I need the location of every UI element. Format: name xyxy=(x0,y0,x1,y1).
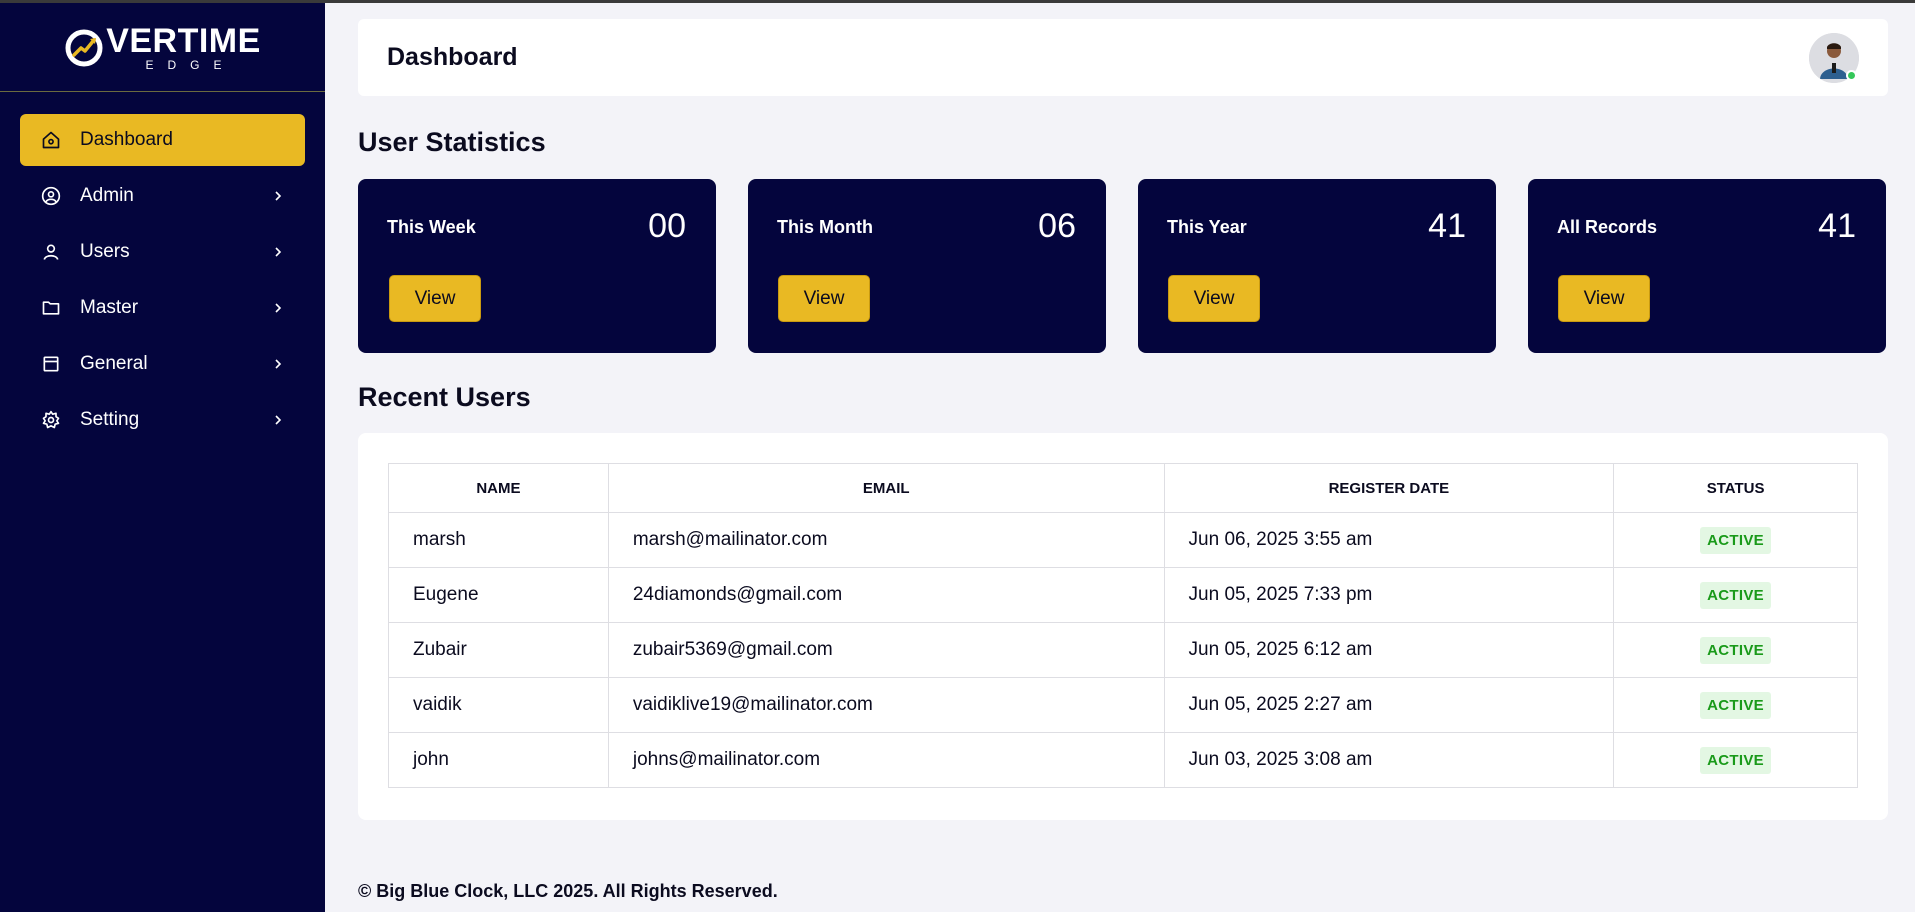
cell-email: zubair5369@gmail.com xyxy=(607,622,1165,678)
logo-sub-text: EDGE xyxy=(145,57,236,72)
status-badge: ACTIVE xyxy=(1700,691,1771,719)
table-row[interactable]: john johns@mailinator.com Jun 03, 2025 3… xyxy=(388,732,1858,788)
stat-card-week: This Week 00 View xyxy=(358,179,716,353)
table-row[interactable]: Zubair zubair5369@gmail.com Jun 05, 2025… xyxy=(388,622,1858,678)
stats-cards: This Week 00 View This Month 06 View Thi… xyxy=(358,179,1888,353)
cell-name: Eugene xyxy=(388,567,609,623)
table-header-row: NAME EMAIL REGISTER DATE STATUS xyxy=(388,463,1858,513)
chevron-right-icon xyxy=(271,357,285,371)
cell-register-date: Jun 05, 2025 7:33 pm xyxy=(1163,567,1615,623)
sidebar-item-label: Dashboard xyxy=(80,129,173,150)
logo-main-text: VERTIME xyxy=(106,21,261,60)
home-icon xyxy=(40,129,62,151)
logo-mark-icon xyxy=(65,29,103,66)
cell-name: vaidik xyxy=(388,677,609,733)
stat-label: This Month xyxy=(777,217,873,237)
avatar[interactable] xyxy=(1809,32,1859,83)
user-circle-icon xyxy=(40,185,62,207)
view-week-button[interactable]: View xyxy=(389,275,481,322)
cell-email: marsh@mailinator.com xyxy=(607,512,1165,568)
cell-register-date: Jun 06, 2025 3:55 am xyxy=(1163,512,1615,568)
chevron-right-icon xyxy=(271,245,285,259)
sidebar-item-general[interactable]: General xyxy=(20,338,305,390)
stat-value: 41 xyxy=(1818,207,1856,245)
stat-card-month: This Month 06 View xyxy=(748,179,1106,353)
sidebar: VERTIME EDGE Dashboard Admin Users Maste… xyxy=(0,0,325,912)
sidebar-item-users[interactable]: Users xyxy=(20,226,305,278)
table-row[interactable]: vaidik vaidiklive19@mailinator.com Jun 0… xyxy=(388,677,1858,733)
sidebar-item-label: Setting xyxy=(80,409,140,430)
recent-users-table: NAME EMAIL REGISTER DATE STATUS marsh ma… xyxy=(388,463,1858,788)
status-badge: ACTIVE xyxy=(1700,581,1771,609)
page-title: Dashboard xyxy=(387,43,518,71)
cell-email: 24diamonds@gmail.com xyxy=(607,567,1165,623)
main-content: Dashboard User Statistics This Week 00 V… xyxy=(325,0,1915,912)
cell-status: ACTIVE xyxy=(1613,622,1858,678)
cell-status: ACTIVE xyxy=(1613,732,1858,788)
chevron-right-icon xyxy=(271,413,285,427)
sidebar-item-label: Master xyxy=(80,297,139,318)
sidebar-item-label: Users xyxy=(80,241,130,262)
cell-name: marsh xyxy=(388,512,609,568)
stat-label: This Year xyxy=(1167,217,1247,237)
user-icon xyxy=(40,241,62,263)
table-row[interactable]: Eugene 24diamonds@gmail.com Jun 05, 2025… xyxy=(388,567,1858,623)
cell-register-date: Jun 03, 2025 3:08 am xyxy=(1163,732,1615,788)
calendar-icon xyxy=(40,353,62,375)
column-header-email[interactable]: EMAIL xyxy=(607,463,1165,513)
sidebar-item-label: General xyxy=(80,353,148,374)
window-top-border xyxy=(0,0,1915,3)
column-header-register-date[interactable]: REGISTER DATE xyxy=(1163,463,1615,513)
folder-icon xyxy=(40,297,62,319)
stat-card-year: This Year 41 View xyxy=(1138,179,1496,353)
cell-name: john xyxy=(388,732,609,788)
user-statistics-title: User Statistics xyxy=(358,127,546,157)
logo[interactable]: VERTIME EDGE xyxy=(0,0,325,92)
stat-value: 00 xyxy=(648,207,686,245)
stat-label: All Records xyxy=(1557,217,1658,237)
cell-status: ACTIVE xyxy=(1613,567,1858,623)
status-badge: ACTIVE xyxy=(1700,526,1771,554)
status-badge: ACTIVE xyxy=(1700,636,1771,664)
stat-card-all-records: All Records 41 View xyxy=(1528,179,1886,353)
table-row[interactable]: marsh marsh@mailinator.com Jun 06, 2025 … xyxy=(388,512,1858,568)
recent-users-card: NAME EMAIL REGISTER DATE STATUS marsh ma… xyxy=(358,433,1888,820)
top-header: Dashboard xyxy=(358,19,1888,96)
view-month-button[interactable]: View xyxy=(778,275,870,322)
sidebar-item-setting[interactable]: Setting xyxy=(20,394,305,446)
stat-value: 06 xyxy=(1038,207,1076,245)
sidebar-item-master[interactable]: Master xyxy=(20,282,305,334)
cell-name: Zubair xyxy=(388,622,609,678)
recent-users-title: Recent Users xyxy=(358,382,531,412)
cell-register-date: Jun 05, 2025 6:12 am xyxy=(1163,622,1615,678)
stat-value: 41 xyxy=(1428,207,1466,245)
cell-status: ACTIVE xyxy=(1613,512,1858,568)
sidebar-menu: Dashboard Admin Users Master General Set… xyxy=(0,92,325,446)
column-header-status[interactable]: STATUS xyxy=(1613,463,1858,513)
sidebar-item-admin[interactable]: Admin xyxy=(20,170,305,222)
status-badge: ACTIVE xyxy=(1700,746,1771,774)
chevron-right-icon xyxy=(271,301,285,315)
sidebar-item-label: Admin xyxy=(80,185,134,206)
column-header-name[interactable]: NAME xyxy=(388,463,609,513)
chevron-right-icon xyxy=(271,189,285,203)
view-all-records-button[interactable]: View xyxy=(1558,275,1650,322)
cell-status: ACTIVE xyxy=(1613,677,1858,733)
cell-email: johns@mailinator.com xyxy=(607,732,1165,788)
cell-register-date: Jun 05, 2025 2:27 am xyxy=(1163,677,1615,733)
stat-label: This Week xyxy=(387,217,476,237)
sidebar-item-dashboard[interactable]: Dashboard xyxy=(20,114,305,166)
footer-copyright: © Big Blue Clock, LLC 2025. All Rights R… xyxy=(358,881,778,901)
gear-icon xyxy=(40,409,62,431)
cell-email: vaidiklive19@mailinator.com xyxy=(607,677,1165,733)
view-year-button[interactable]: View xyxy=(1168,275,1260,322)
online-status-dot xyxy=(1846,69,1857,81)
